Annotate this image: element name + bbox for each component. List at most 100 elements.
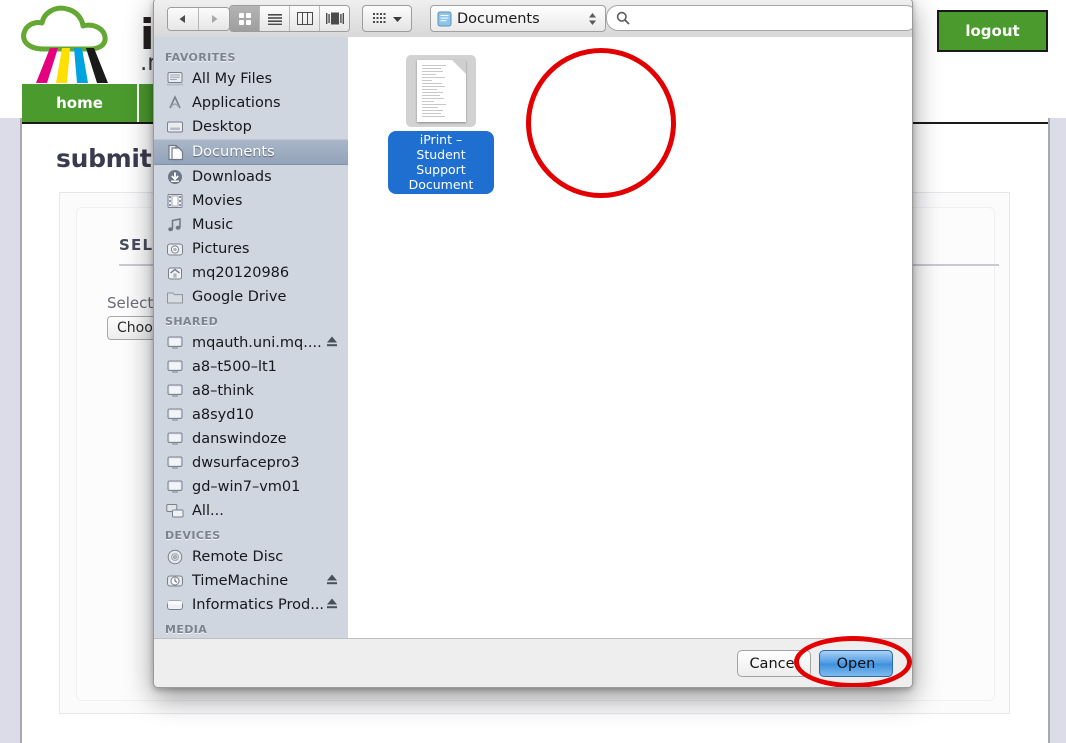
page-right-margin bbox=[1048, 118, 1066, 743]
hard-disk-icon bbox=[165, 596, 185, 614]
documents-icon bbox=[165, 143, 185, 161]
computer-icon bbox=[165, 478, 185, 496]
coverflow-view-icon bbox=[325, 12, 344, 25]
sidebar-item-label: Pictures bbox=[192, 241, 250, 257]
eject-icon bbox=[327, 336, 337, 347]
sidebar-item-label: TimeMachine bbox=[192, 573, 289, 589]
dialog-toolbar: Documents bbox=[154, 0, 912, 38]
network-all-icon bbox=[165, 502, 185, 520]
file-item-label: iPrint – Student Support Document bbox=[388, 131, 494, 194]
path-popup-label: Documents bbox=[457, 10, 540, 27]
eject-button[interactable] bbox=[326, 597, 338, 614]
sidebar-item-label: a8syd10 bbox=[192, 407, 254, 423]
downloads-icon bbox=[165, 168, 185, 186]
file-open-dialog: Documents FAVORITES All My Files Applicati… bbox=[153, 0, 913, 688]
sidebar-item-label: Informatics Prod... bbox=[192, 597, 325, 613]
eject-icon bbox=[327, 574, 337, 585]
search-icon bbox=[616, 11, 630, 25]
dialog-bottom-bar: Cancel Open bbox=[154, 638, 912, 687]
time-machine-disk-icon bbox=[165, 572, 185, 590]
sidebar-item-danswindoze[interactable]: danswindoze bbox=[154, 427, 348, 451]
sidebar-item-label: All... bbox=[192, 503, 224, 519]
eject-button[interactable] bbox=[326, 335, 338, 352]
sidebar-item-documents[interactable]: Documents bbox=[154, 139, 348, 165]
optical-disc-icon bbox=[165, 548, 185, 566]
up-down-stepper-icon bbox=[588, 11, 597, 27]
sidebar-item-label: Downloads bbox=[192, 169, 272, 185]
sidebar-group-favorites: FAVORITES bbox=[165, 51, 236, 64]
navigation-segmented-control bbox=[167, 7, 230, 31]
logout-button[interactable]: logout bbox=[937, 10, 1048, 52]
sidebar-item-mqauth-uni-mq[interactable]: mqauth.uni.mq.... bbox=[154, 331, 348, 355]
triangle-left-icon bbox=[179, 15, 185, 23]
open-button-label: Open bbox=[836, 655, 876, 672]
sidebar-item-a8syd10[interactable]: a8syd10 bbox=[154, 403, 348, 427]
icon-view-icon bbox=[238, 12, 251, 25]
sidebar-item-desktop[interactable]: Desktop bbox=[154, 115, 348, 139]
sidebar-item-gd-win7-vm01[interactable]: gd–win7–vm01 bbox=[154, 475, 348, 499]
sidebar-group-shared: SHARED bbox=[165, 315, 219, 328]
sidebar-item-label: Remote Disc bbox=[192, 549, 284, 565]
sidebar-item-label: mqauth.uni.mq.... bbox=[192, 335, 322, 351]
sidebar-item-label: a8–t500–lt1 bbox=[192, 359, 277, 375]
sidebar-item-label: Applications bbox=[192, 95, 281, 111]
sidebar-item-informatics-prod[interactable]: Informatics Prod... bbox=[154, 593, 348, 617]
computer-icon bbox=[165, 406, 185, 424]
sidebar-item-timemachine[interactable]: TimeMachine bbox=[154, 569, 348, 593]
sidebar-item-music[interactable]: Music bbox=[154, 213, 348, 237]
computer-icon bbox=[165, 358, 185, 376]
sidebar-item-movies[interactable]: Movies bbox=[154, 189, 348, 213]
sidebar-item-label: gd–win7–vm01 bbox=[192, 479, 301, 495]
sidebar-item-all[interactable]: All... bbox=[154, 499, 348, 523]
sidebar-group-devices: DEVICES bbox=[165, 529, 221, 542]
sidebar-item-downloads[interactable]: Downloads bbox=[154, 165, 348, 189]
applications-icon bbox=[165, 94, 185, 112]
sidebar-item-pictures[interactable]: Pictures bbox=[154, 237, 348, 261]
path-popup-button[interactable]: Documents bbox=[430, 5, 606, 32]
eject-icon bbox=[327, 598, 337, 609]
coverflow-view-button[interactable] bbox=[320, 6, 349, 31]
sidebar-item-google-drive[interactable]: Google Drive bbox=[154, 285, 348, 309]
dialog-sidebar[interactable]: FAVORITES All My Files Applications Desktop… bbox=[154, 37, 349, 646]
sidebar-item-applications[interactable]: Applications bbox=[154, 91, 348, 115]
cancel-button[interactable]: Cancel bbox=[737, 650, 811, 677]
sidebar-item-label: All My Files bbox=[192, 71, 273, 87]
icon-view-button[interactable] bbox=[230, 6, 260, 31]
column-view-icon bbox=[296, 12, 313, 25]
view-mode-segmented-control bbox=[229, 5, 350, 32]
file-item[interactable]: iPrint – Student Support Document bbox=[388, 55, 494, 194]
arrange-by-button[interactable] bbox=[362, 5, 412, 32]
open-button[interactable]: Open bbox=[819, 650, 893, 677]
sidebar-item-label: danswindoze bbox=[192, 431, 287, 447]
home-folder-icon bbox=[165, 264, 185, 282]
forward-button[interactable] bbox=[199, 8, 229, 30]
folder-icon bbox=[165, 288, 185, 306]
nav-item-home[interactable]: home bbox=[22, 84, 139, 122]
sidebar-item-label: Movies bbox=[192, 193, 243, 209]
column-view-button[interactable] bbox=[290, 6, 320, 31]
computer-icon bbox=[165, 430, 185, 448]
music-icon bbox=[165, 216, 185, 234]
sidebar-item-all-my-files[interactable]: All My Files bbox=[154, 67, 348, 91]
cloud-printer-logo-icon bbox=[14, 3, 134, 85]
file-browser-pane[interactable]: iPrint – Student Support Document bbox=[348, 37, 912, 638]
list-view-button[interactable] bbox=[260, 6, 290, 31]
search-field[interactable] bbox=[606, 5, 912, 31]
logout-button-label: logout bbox=[965, 22, 1020, 40]
desktop-icon bbox=[165, 118, 185, 136]
sidebar-item-a8-t500-lt1[interactable]: a8–t500–lt1 bbox=[154, 355, 348, 379]
back-button[interactable] bbox=[168, 8, 199, 30]
computer-icon bbox=[165, 334, 185, 352]
eject-button[interactable] bbox=[326, 573, 338, 590]
search-input[interactable] bbox=[636, 9, 908, 27]
triangle-right-icon bbox=[212, 15, 218, 23]
sidebar-item-label: dwsurfacepro3 bbox=[192, 455, 300, 471]
sidebar-item-mq20120986[interactable]: mq20120986 bbox=[154, 261, 348, 285]
sidebar-item-dwsurfacepro3[interactable]: dwsurfacepro3 bbox=[154, 451, 348, 475]
sidebar-item-label: Desktop bbox=[192, 119, 252, 135]
arrange-by-icon bbox=[372, 12, 385, 23]
sidebar-item-a8-think[interactable]: a8–think bbox=[154, 379, 348, 403]
sidebar-item-label: Google Drive bbox=[192, 289, 287, 305]
sidebar-item-remote-disc[interactable]: Remote Disc bbox=[154, 545, 348, 569]
document-file-icon bbox=[406, 55, 476, 127]
